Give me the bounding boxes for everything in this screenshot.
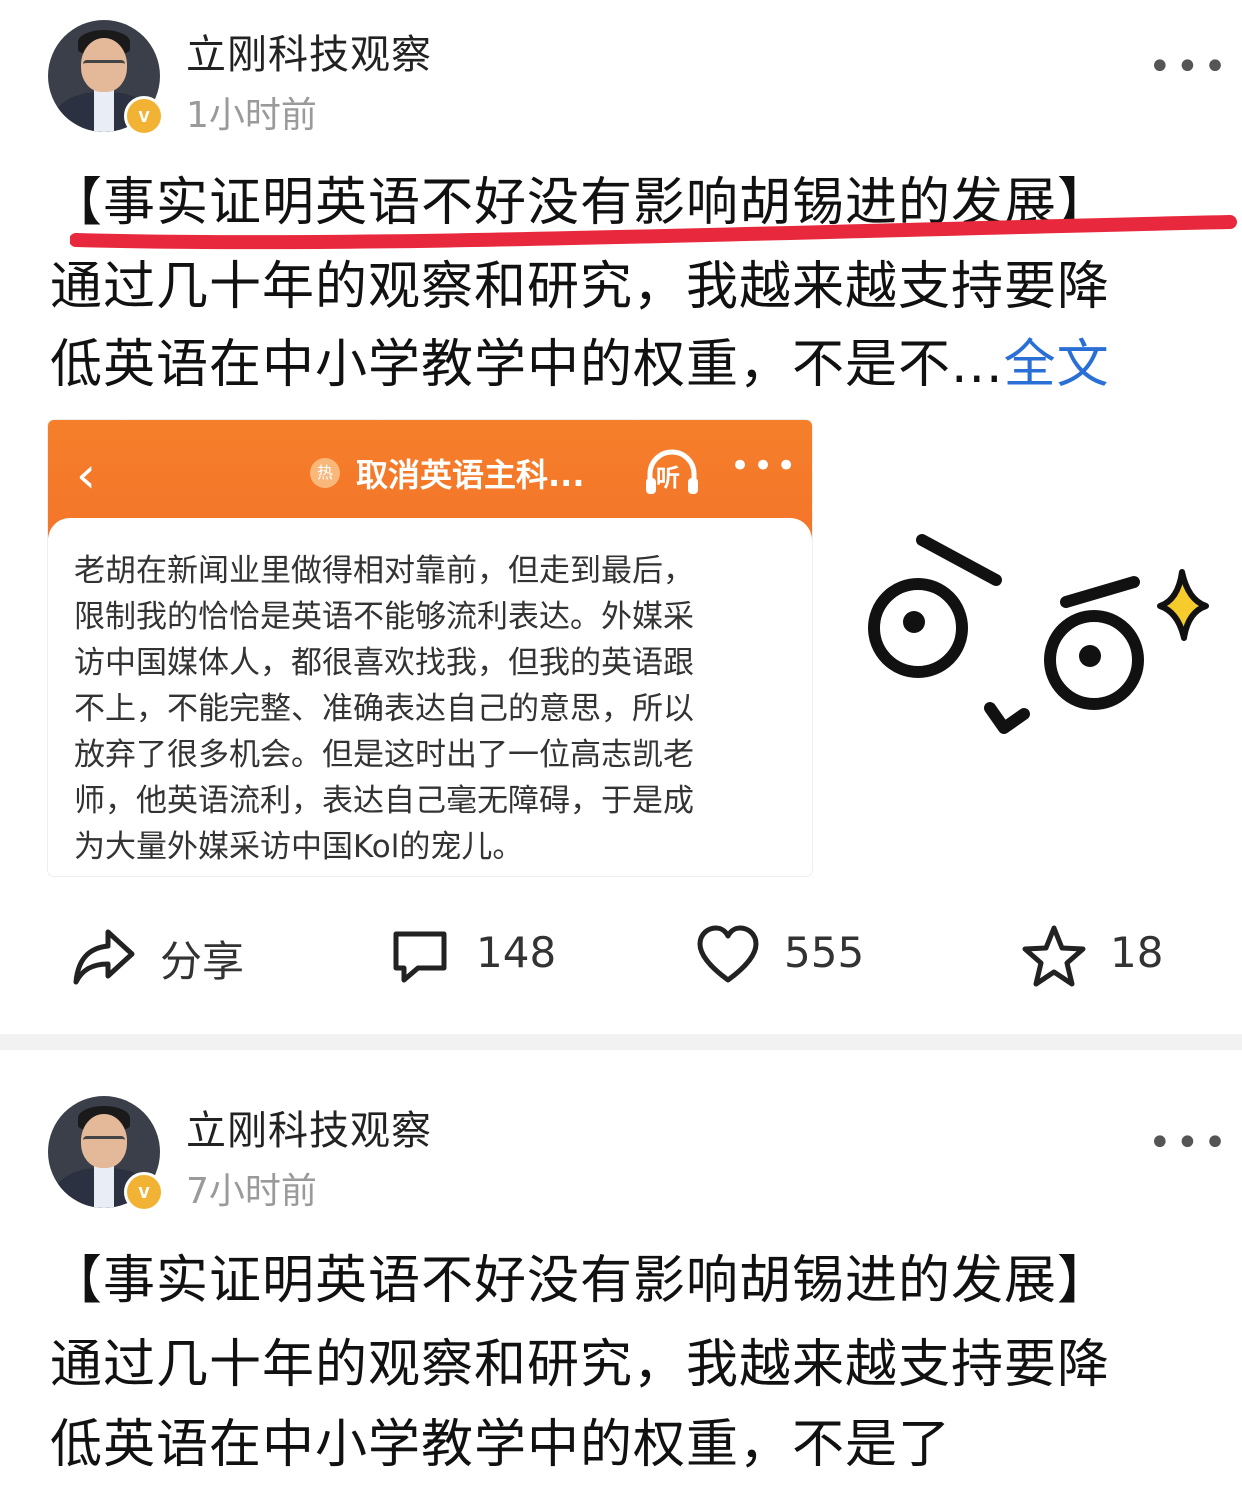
more-dots-icon[interactable]: ••• (1148, 44, 1231, 90)
comment-bubble-icon (393, 931, 447, 983)
post-divider (0, 1034, 1242, 1050)
verified-badge-icon: v (124, 96, 164, 136)
post-body-line: 通过几十年的观察和研究，我越来越支持要降 (50, 1335, 1111, 1395)
like-count: 555 (784, 928, 865, 977)
back-icon: ‹ (76, 446, 96, 504)
more-dots-icon: ••• (730, 446, 800, 486)
post-body-line: 通过几十年的观察和研究，我越来越支持要降 (50, 257, 1111, 317)
more-dots-icon[interactable]: ••• (1148, 1120, 1231, 1166)
favorite-button[interactable]: 18 (1022, 920, 1172, 996)
embedded-screenshot[interactable]: ‹ 热 取消英语主科... 听 ••• 老胡在新闻业里做得相对靠前，但走到最后，… (48, 420, 812, 876)
listen-label: 听 (656, 464, 680, 492)
share-arrow-icon (73, 929, 135, 985)
share-label: 分享 (160, 937, 245, 986)
action-bar: 分享 148 555 18 (0, 920, 1242, 996)
favorite-count: 18 (1110, 928, 1164, 977)
author-name[interactable]: 立刚科技观察 (186, 1098, 432, 1156)
star-icon (1022, 925, 1086, 987)
full-text-link[interactable]: 全文 (1004, 335, 1110, 395)
verified-badge-icon: v (124, 1172, 164, 1212)
comment-button[interactable]: 148 (388, 920, 568, 996)
post-time: 1小时前 (186, 95, 317, 136)
quote-card: 老胡在新闻业里做得相对靠前，但走到最后， 限制我的恰恰是英语不能够流利表达。外媒… (48, 518, 812, 876)
share-button[interactable]: 分享 (72, 920, 272, 996)
heart-icon (697, 925, 759, 983)
comment-count: 148 (476, 928, 557, 977)
headphones-icon: 听 (644, 446, 700, 498)
post-body-line: 低英语在中小学教学中的权重，不是不...全文 (50, 322, 1230, 397)
author-name[interactable]: 立刚科技观察 (186, 22, 432, 80)
post-body-text: 低英语在中小学教学中的权重，不是不... (50, 335, 1004, 395)
emoticon-sticker-image[interactable] (860, 520, 1220, 760)
post-body-line: 低英语在中小学教学中的权重，不是了 (50, 1415, 952, 1475)
app-logo-icon: 热 (310, 458, 340, 488)
post-time: 7小时前 (186, 1171, 317, 1212)
screenshot-title: 取消英语主科... (356, 456, 585, 494)
post-title: 【事实证明英语不好没有影响胡锡进的发展】 (50, 1251, 1111, 1311)
quote-text: 老胡在新闻业里做得相对靠前，但走到最后， 限制我的恰恰是英语不能够流利表达。外媒… (74, 553, 694, 865)
like-button[interactable]: 555 (696, 920, 876, 996)
